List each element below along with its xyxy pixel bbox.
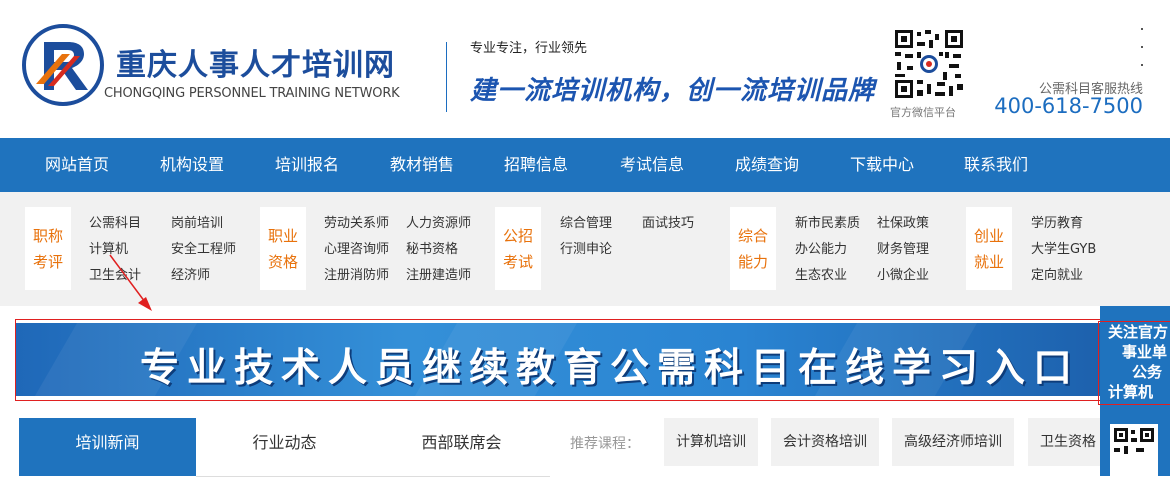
course-button[interactable]: 会计资格培训 [771,418,879,466]
category-link[interactable]: 面试技巧 [642,212,694,231]
course-button[interactable]: 卫生资格 [1028,418,1108,466]
category-title-line: 考试 [502,252,533,271]
category-link[interactable]: 秘书资格 [406,238,458,257]
slogan-small: 专业专注，行业领先 [470,41,588,56]
nav-item-contact[interactable]: 联系我们 [964,138,1028,192]
category-link[interactable]: 岗前培训 [171,212,223,231]
float-qr-code [1110,424,1158,476]
float-line: 事业单 [1122,343,1168,361]
category-link[interactable]: 综合管理 [560,212,612,231]
qr-label: 官方微信平台 [890,106,956,119]
nav-item-registration[interactable]: 培训报名 [275,138,339,192]
course-button[interactable]: 计算机培训 [664,418,758,466]
float-line: 关注官方 [1108,323,1169,341]
category-link[interactable]: 行测申论 [560,238,612,257]
tab-industry-news[interactable]: 行业动态 [196,418,373,477]
online-learning-banner[interactable]: 专业技术人员继续教育公需科目在线学习入口 [16,323,1131,396]
category-link[interactable]: 心理咨询师 [324,238,389,257]
recommend-label: 推荐课程： [570,436,640,452]
nav-item-home[interactable]: 网站首页 [45,138,109,192]
category-link[interactable]: 公需科目 [89,212,141,231]
floating-follow-panel[interactable]: 关注官方 事业单 公务 计算机 [1100,306,1170,476]
float-line: 公务 [1132,363,1163,381]
nav-item-exams[interactable]: 考试信息 [620,138,684,192]
category-title-comprehensive[interactable]: 综合 能力 [730,207,776,290]
category-title-line: 考评 [32,252,63,271]
category-title-line: 创业 [973,226,1004,245]
float-line: 计算机 [1108,383,1154,401]
decorative-dots [1141,28,1144,82]
nav-item-textbooks[interactable]: 教材销售 [390,138,454,192]
category-title-civil-service[interactable]: 公招 考试 [495,207,541,290]
float-panel-text: 关注官方 事业单 公务 计算机 [1108,322,1168,402]
category-link[interactable]: 劳动关系师 [324,212,389,231]
category-link[interactable]: 财务管理 [877,238,929,257]
category-link[interactable]: 计算机 [89,238,128,257]
nav-item-recruitment[interactable]: 招聘信息 [504,138,568,192]
category-link[interactable]: 注册建造师 [406,264,471,283]
category-link[interactable]: 小微企业 [877,264,929,283]
nav-item-scores[interactable]: 成绩查询 [735,138,799,192]
nav-item-downloads[interactable]: 下载中心 [850,138,914,192]
category-link[interactable]: 卫生会计 [89,264,141,283]
category-link[interactable]: 办公能力 [795,238,847,257]
category-title-line: 资格 [267,252,298,271]
logo-subtitle: CHONGQING PERSONNEL TRAINING NETWORK [104,86,400,101]
main-nav: 网站首页 机构设置 培训报名 教材销售 招聘信息 考试信息 成绩查询 下载中心 … [0,138,1170,192]
category-title-line: 综合 [737,226,768,245]
category-title-vocational[interactable]: 职业 资格 [260,207,306,290]
category-link[interactable]: 注册消防师 [324,264,389,283]
category-link[interactable]: 大学生GYB [1031,238,1096,257]
category-link[interactable]: 安全工程师 [171,238,236,257]
category-link[interactable]: 学历教育 [1031,212,1083,231]
category-link[interactable]: 新市民素质 [795,212,860,231]
tab-western-conference[interactable]: 西部联席会 [373,418,550,477]
logo-divider [446,42,447,112]
wechat-qr-code [893,28,965,100]
hotline-phone[interactable]: 400-618-7500 [994,94,1143,118]
logo-title[interactable]: 重庆人事人才培训网 [116,40,395,84]
course-button[interactable]: 高级经济师培训 [892,418,1014,466]
category-title-line: 职称 [32,226,63,245]
logo-icon[interactable] [22,24,104,106]
category-link[interactable]: 社保政策 [877,212,929,231]
tab-training-news[interactable]: 培训新闻 [19,418,196,476]
category-title-line: 职业 [267,226,298,245]
nav-item-organization[interactable]: 机构设置 [160,138,224,192]
banner-title: 专业技术人员继续教育公需科目在线学习入口 [140,346,1081,391]
category-link[interactable]: 生态农业 [795,264,847,283]
category-link[interactable]: 经济师 [171,264,210,283]
category-title-employment[interactable]: 创业 就业 [966,207,1012,290]
category-panel: 职称 考评 公需科目 岗前培训 计算机 安全工程师 卫生会计 经济师 职业 资格… [0,192,1170,306]
category-title-line: 就业 [973,252,1004,271]
category-link[interactable]: 人力资源师 [406,212,471,231]
category-title-line: 能力 [737,252,768,271]
category-title-professional[interactable]: 职称 考评 [25,207,71,290]
site-header: 重庆人事人才培训网 CHONGQING PERSONNEL TRAINING N… [0,0,1170,138]
category-title-line: 公招 [502,226,533,245]
category-link[interactable]: 定向就业 [1031,264,1083,283]
slogan-calligraphy: 建一流培训机构，创一流培训品牌 [470,76,876,106]
